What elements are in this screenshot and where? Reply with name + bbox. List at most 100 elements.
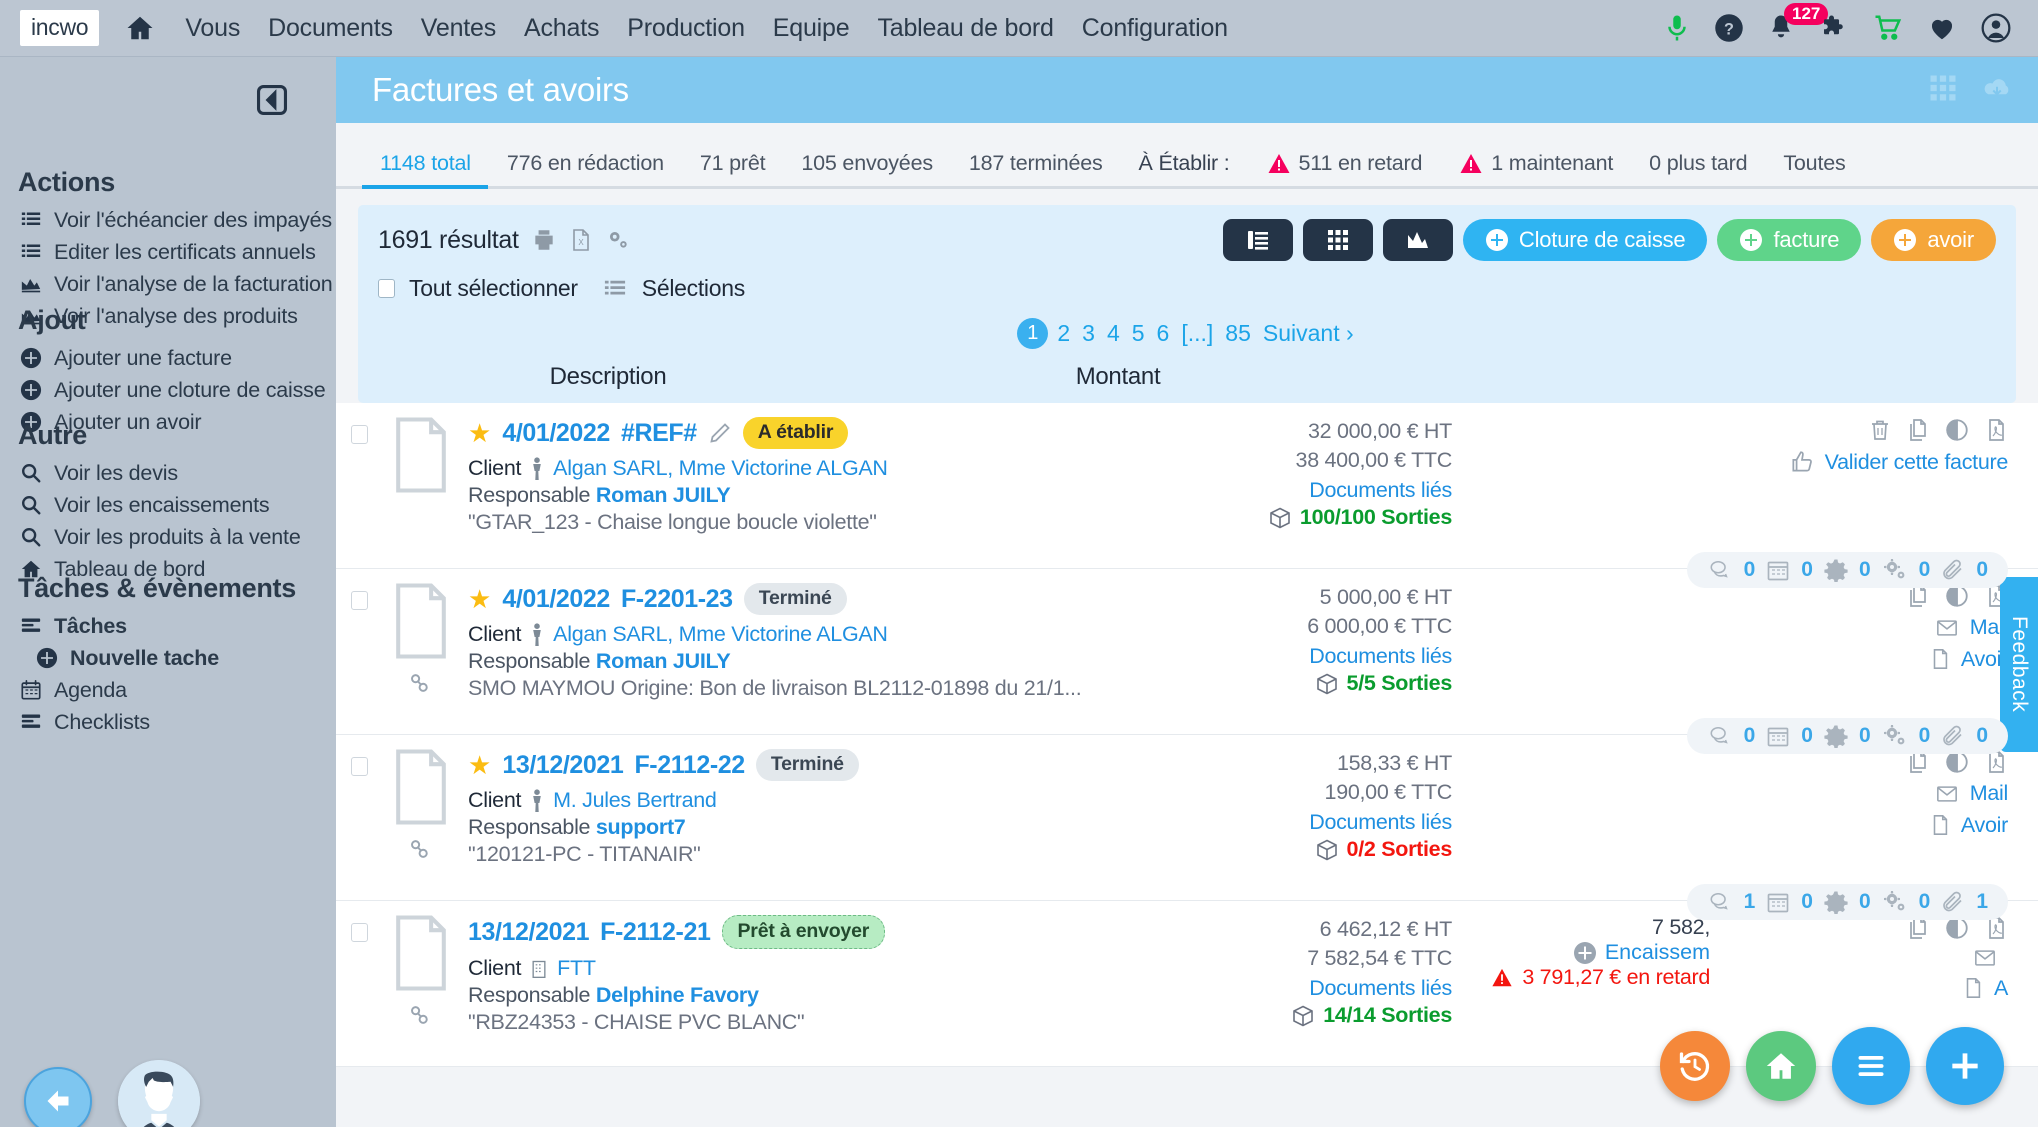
cart-icon[interactable]	[1872, 13, 1904, 43]
pagination-current[interactable]: 1	[1017, 318, 1048, 349]
tab-0-plus-tard[interactable]: 0 plus tard	[1631, 151, 1765, 186]
calendar-icon[interactable]	[1766, 724, 1790, 748]
history-fab[interactable]	[1660, 1031, 1730, 1101]
list-icon[interactable]	[602, 278, 628, 300]
linked-documents-link[interactable]: Documents liés	[1160, 475, 1452, 505]
mail-icon[interactable]	[1934, 783, 1960, 805]
pagination-page-3[interactable]: 3	[1079, 320, 1098, 347]
tab-105-envoy-es[interactable]: 105 envoyées	[783, 151, 950, 186]
pagination-next[interactable]: Suivant ›	[1260, 320, 1357, 347]
help-icon[interactable]: ?	[1714, 13, 1744, 43]
sidebar-item-voir-les-produits-la-vente[interactable]: Voir les produits à la vente	[18, 521, 301, 553]
mail-link[interactable]	[1720, 947, 2008, 969]
cloture-de-caisse-button[interactable]: Cloture de caisse	[1463, 219, 1708, 261]
document-thumbnail[interactable]	[382, 583, 460, 724]
pagination-page-4[interactable]: 4	[1104, 320, 1123, 347]
nav-link-tableau-de-bord[interactable]: Tableau de bord	[863, 14, 1067, 43]
gears-icon[interactable]	[1882, 890, 1908, 914]
sidebar-item-voir-l-ch-ancier-des-impay-s[interactable]: Voir l'échéancier des impayés	[18, 204, 333, 236]
puzzle-icon[interactable]	[1818, 13, 1850, 43]
tab-1-maintenant[interactable]: 1 maintenant	[1440, 151, 1631, 186]
sidebar-item-nouvelle-tache[interactable]: Nouvelle tache	[18, 642, 296, 674]
mail-link[interactable]: Mail	[1720, 781, 2008, 806]
link-icon[interactable]	[408, 670, 434, 701]
brand-logo[interactable]: incwo	[20, 10, 99, 46]
gears-icon[interactable]	[1882, 558, 1908, 582]
heart-icon[interactable]	[1926, 13, 1958, 43]
gears-icon[interactable]	[605, 227, 631, 253]
tab-511-en-retard[interactable]: 511 en retard	[1248, 151, 1441, 186]
select-all-checkbox[interactable]	[378, 279, 395, 298]
row-checkbox[interactable]	[351, 591, 368, 610]
validate-invoice-link[interactable]: Valider cette facture	[1720, 449, 2008, 475]
sidebar-item-voir-l-analyse-de-la-facturation[interactable]: Voir l'analyse de la facturation	[18, 268, 333, 300]
select-all-label[interactable]: Tout sélectionner	[409, 275, 578, 302]
invoice-row[interactable]: ★13/12/2021F-2112-22TerminéClientM. Jule…	[336, 735, 2038, 901]
link-icon[interactable]	[408, 1002, 434, 1033]
row-checkbox[interactable]	[351, 757, 368, 776]
grid-icon[interactable]	[1928, 73, 1958, 108]
invoice-reference[interactable]: F-2112-22	[634, 751, 744, 780]
pdf-icon[interactable]	[1984, 417, 2008, 443]
comment-icon[interactable]	[1707, 559, 1733, 581]
nav-link-documents[interactable]: Documents	[254, 14, 407, 43]
collapse-sidebar-icon[interactable]	[255, 83, 289, 117]
tab-71-pr-t[interactable]: 71 prêt	[682, 151, 784, 186]
invoice-row[interactable]: ★4/01/2022F-2201-23TerminéClientAlgan SA…	[336, 569, 2038, 735]
responsable-name[interactable]: support7	[596, 815, 686, 839]
sidebar-item-editer-les-certificats-annuels[interactable]: Editer les certificats annuels	[18, 236, 333, 268]
document-thumbnail[interactable]	[382, 749, 460, 890]
thumbs-up-icon[interactable]	[1789, 449, 1815, 475]
trash-icon[interactable]	[1868, 417, 1892, 443]
client-name[interactable]: Algan SARL, Mme Victorine ALGAN	[553, 622, 887, 647]
excel-export-icon[interactable]: X	[569, 227, 593, 253]
sidebar-item-voir-les-encaissements[interactable]: Voir les encaissements	[18, 489, 301, 521]
star-icon[interactable]: ★	[468, 752, 491, 778]
add-facture-button[interactable]: facture	[1717, 219, 1861, 261]
sidebar-item-voir-les-devis[interactable]: Voir les devis	[18, 457, 301, 489]
view-grid-icon[interactable]	[1303, 219, 1373, 261]
cloud-download-icon[interactable]	[1980, 73, 2014, 108]
avoir-link[interactable]: A	[1720, 975, 2008, 1001]
tab-187-termin-es[interactable]: 187 terminées	[951, 151, 1121, 186]
pagination-page-6[interactable]: 6	[1154, 320, 1173, 347]
calendar-icon[interactable]	[1766, 890, 1790, 914]
duplicate-icon[interactable]	[1906, 417, 1930, 443]
pagination-page-2[interactable]: 2	[1054, 320, 1073, 347]
avatar[interactable]	[118, 1060, 200, 1127]
invoice-reference[interactable]: F-2112-21	[600, 918, 710, 947]
paperclip-icon[interactable]	[1941, 890, 1965, 914]
avoir-link[interactable]: Avoir	[1720, 812, 2008, 838]
calendar-icon[interactable]	[1766, 558, 1790, 582]
home-icon[interactable]	[125, 13, 155, 43]
gears-icon[interactable]	[1882, 724, 1908, 748]
home-fab[interactable]	[1746, 1031, 1816, 1101]
star-icon[interactable]: ★	[468, 586, 491, 612]
mail-icon[interactable]	[1934, 617, 1960, 639]
view-chart-icon[interactable]	[1383, 219, 1453, 261]
pagination-page-[interactable]: [...]	[1178, 320, 1216, 347]
invoice-row[interactable]: ★4/01/2022#REF#A établirClientAlgan SARL…	[336, 403, 2038, 569]
gear-icon[interactable]	[1824, 724, 1848, 748]
selections-label[interactable]: Sélections	[642, 275, 745, 302]
linked-documents-link[interactable]: Documents liés	[1160, 641, 1452, 671]
tab-tablir[interactable]: À Établir :	[1121, 151, 1248, 186]
paperclip-icon[interactable]	[1941, 724, 1965, 748]
responsable-name[interactable]: Roman JUILY	[596, 483, 731, 507]
add-avoir-button[interactable]: avoir	[1871, 219, 1996, 261]
invoice-reference[interactable]: #REF#	[621, 419, 697, 448]
client-name[interactable]: FTT	[557, 956, 596, 981]
file-icon[interactable]	[1929, 646, 1951, 672]
sidebar-item-ajouter-une-cloture-de-caisse[interactable]: Ajouter une cloture de caisse	[18, 374, 325, 406]
row-checkbox[interactable]	[351, 425, 368, 444]
responsable-name[interactable]: Roman JUILY	[596, 649, 731, 673]
link-icon[interactable]	[408, 836, 434, 867]
feedback-tab[interactable]: Feedback	[2000, 577, 2038, 752]
star-icon[interactable]: ★	[468, 420, 491, 446]
back-button[interactable]	[24, 1067, 92, 1127]
responsable-name[interactable]: Delphine Favory	[596, 983, 759, 1007]
account-icon[interactable]	[1980, 12, 2012, 44]
client-name[interactable]: Algan SARL, Mme Victorine ALGAN	[553, 456, 887, 481]
eye-icon[interactable]	[1944, 417, 1970, 443]
tab-1148-total[interactable]: 1148 total	[362, 151, 489, 186]
